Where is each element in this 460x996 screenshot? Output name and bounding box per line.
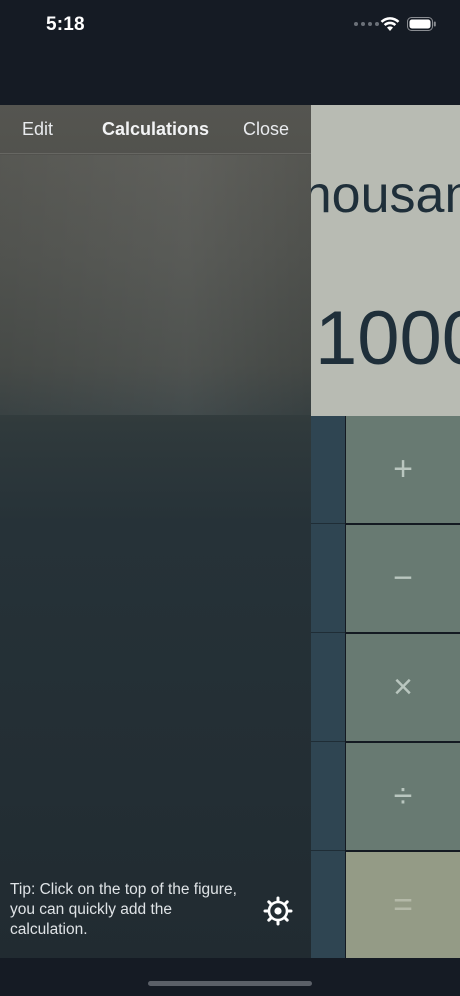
bottom-bar	[0, 958, 460, 996]
display-value: 1000	[315, 296, 460, 381]
multiply-icon: ×	[393, 668, 413, 706]
panel-blur-overlay	[0, 155, 311, 415]
equals-icon: =	[393, 885, 413, 924]
calculations-panel: Edit Calculations Close Tip: Click on th…	[0, 105, 311, 958]
plus-icon: +	[393, 450, 413, 488]
top-band	[0, 52, 460, 105]
status-time: 5:18	[46, 14, 85, 35]
home-indicator[interactable]	[148, 981, 312, 986]
display-unit-text: Thousand	[311, 166, 460, 224]
cellular-signal-icon	[354, 22, 379, 26]
minus-button[interactable]: −	[346, 525, 460, 632]
status-bar: 5:18	[0, 0, 460, 52]
settings-icon[interactable]	[262, 895, 294, 927]
battery-icon	[407, 17, 436, 31]
tip-text: Tip: Click on the top of the figure, you…	[10, 881, 237, 938]
divide-icon: ÷	[393, 777, 413, 815]
panel-header: Edit Calculations Close	[0, 105, 311, 154]
minus-icon: −	[393, 559, 413, 597]
plus-button[interactable]: +	[346, 416, 460, 523]
equals-button[interactable]: =	[346, 852, 460, 958]
multiply-button[interactable]: ×	[346, 634, 460, 741]
wifi-icon	[380, 17, 400, 31]
calculator-display[interactable]: Thousand 1000	[311, 105, 460, 416]
close-button[interactable]: Close	[243, 119, 289, 140]
number-keys-column[interactable]	[311, 416, 345, 958]
divide-button[interactable]: ÷	[346, 743, 460, 850]
